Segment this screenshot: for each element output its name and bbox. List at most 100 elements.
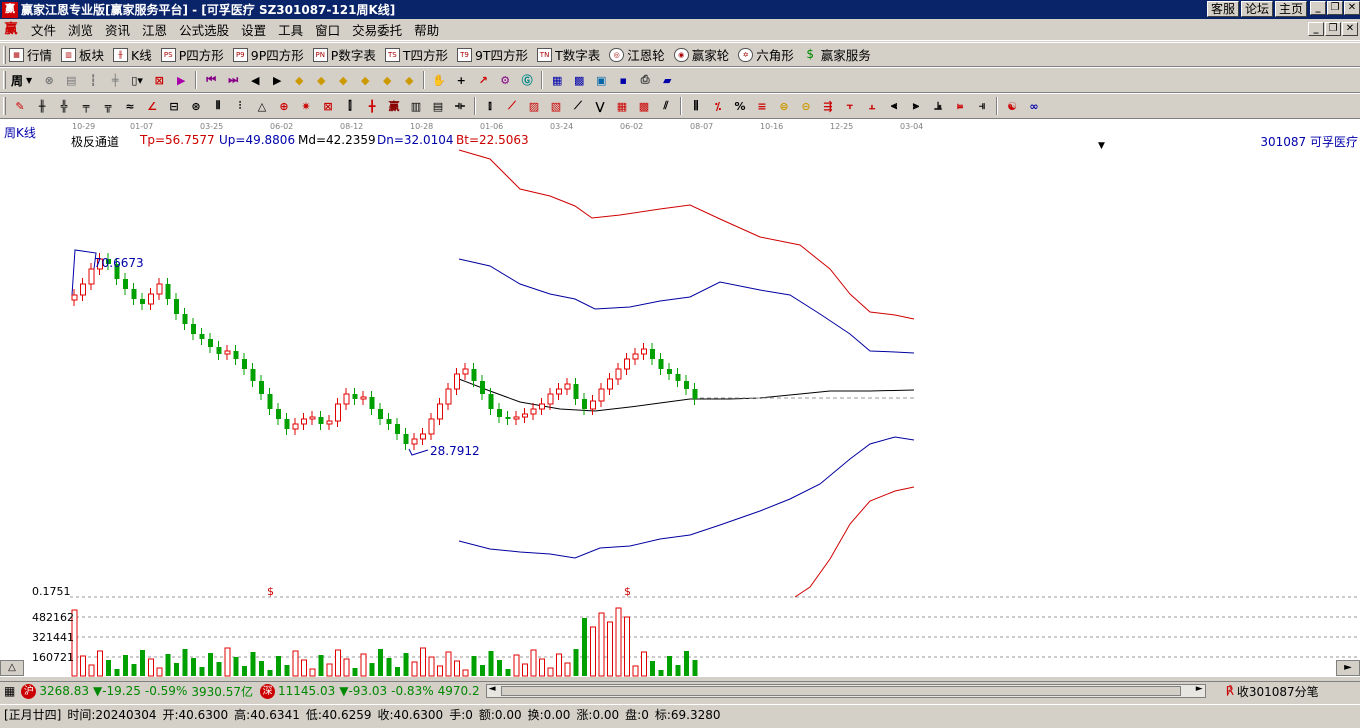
menu-settings[interactable]: 设置 [235,20,272,39]
menu-tools[interactable]: 工具 [272,20,309,39]
menu-gann[interactable]: 江恩 [136,20,173,39]
trend-icon[interactable]: ↗ [474,71,492,89]
fan-lines-2-icon[interactable]: ⫸ [907,97,925,115]
menu-window[interactable]: 窗口 [309,20,346,39]
target-icon[interactable]: ⊕ [275,97,293,115]
fan-lines-icon[interactable]: ⫷ [885,97,903,115]
quotes-button[interactable]: ▦ 行情 [9,45,52,64]
menu-trade[interactable]: 交易委托 [346,20,408,39]
flag-icon[interactable]: ▶ [172,71,190,89]
sector-button[interactable]: ▥ 板块 [61,45,104,64]
winner-wheel-button[interactable]: ◉ 赢家轮 [673,45,729,64]
speed-line-icon[interactable]: ⟋ [569,97,587,115]
circle-grid-icon[interactable]: ⊛ [187,97,205,115]
next-icon[interactable]: ▶ [268,71,286,89]
t-number-table-button[interactable]: TN T数字表 [537,45,600,64]
percent-icon[interactable]: % [731,97,749,115]
prev-icon[interactable]: ◀ [246,71,264,89]
ticks-label[interactable]: 收301087分笔 [1237,683,1319,700]
menu-info[interactable]: 资讯 [99,20,136,39]
grid-lines-icon[interactable]: ╫ [33,97,51,115]
ruler-icon[interactable]: ⫼ [687,97,705,115]
diamond-down-icon[interactable]: ◆ [312,71,330,89]
level-icon[interactable]: ⫾ [481,97,499,115]
support-icon[interactable]: ⫟ [841,97,859,115]
parallel-icon[interactable]: ⫽ [657,97,675,115]
gann-line-2-icon[interactable]: ╤ [77,97,95,115]
menu-formula[interactable]: 公式选股 [173,20,235,39]
scrollbar-thumb[interactable] [500,686,1181,696]
zoom-icon[interactable]: ⊗ [40,71,58,89]
menu-file[interactable]: 文件 [25,20,62,39]
grid-icon[interactable]: ▦ [4,684,15,698]
box-grid-icon[interactable]: ▧ [547,97,565,115]
timeline-icon[interactable]: ⫿ [341,97,359,115]
winner-service-button[interactable]: $ 赢家服务 [803,45,870,64]
hexagon-button[interactable]: ✡ 六角形 [738,45,794,64]
expand-up-button[interactable]: △ [0,660,24,676]
gann-line-3-icon[interactable]: ╦ [99,97,117,115]
home-link[interactable]: 主页 [1274,1,1307,17]
scroll-left-icon[interactable]: ◄ [489,684,496,694]
crosshair-icon[interactable]: ⊠ [150,71,168,89]
infinity-icon[interactable]: ∞ [1025,97,1043,115]
arrow-lines-icon[interactable]: ⇶ [819,97,837,115]
diamond-in-icon[interactable]: ◆ [378,71,396,89]
resistance-icon[interactable]: ⫠ [863,97,881,115]
fib-icon[interactable]: ≡ [753,97,771,115]
brackets-icon[interactable]: ⟛ [451,97,469,115]
box-fan-icon[interactable]: ▨ [525,97,543,115]
p-square-button[interactable]: PS P四方形 [160,45,224,64]
plus-icon[interactable]: + [452,71,470,89]
close-button[interactable]: ✕ [1344,1,1360,15]
gann-line-1-icon[interactable]: ╬ [55,97,73,115]
table-icon[interactable]: ▣ [592,71,610,89]
p-number-table-button[interactable]: PN P数字表 [312,45,376,64]
grid-box-2-icon[interactable]: ▩ [635,97,653,115]
compass-icon[interactable]: △ [253,97,271,115]
dropdown-arrow-icon[interactable]: ▼ [1098,141,1105,151]
box-icon[interactable]: ▤ [429,97,447,115]
period-lines-icon[interactable]: ▥ [407,97,425,115]
bar-chart-icon[interactable]: ┇ [84,71,102,89]
pattern-icon[interactable]: ⚙ [496,71,514,89]
menu-help[interactable]: 帮助 [408,20,445,39]
stair-icon[interactable]: ⫡ [929,97,947,115]
diamond-up-icon[interactable]: ◆ [290,71,308,89]
9t-square-button[interactable]: T9 9T四方形 [456,45,528,64]
candle-icon[interactable]: ▯▾ [128,71,146,89]
star-icon[interactable]: ✷ [297,97,315,115]
truck-icon[interactable]: ▰ [658,71,676,89]
diamond-left-icon[interactable]: ◆ [334,71,352,89]
kline-style-icon[interactable]: ╪ [106,71,124,89]
child-minimize-button[interactable]: _ [1308,22,1324,36]
diamond-out-icon[interactable]: ◆ [400,71,418,89]
restore-button[interactable]: ❐ [1327,1,1343,15]
stair-2-icon[interactable]: ⫢ [951,97,969,115]
channel-icon[interactable]: ⊟ [165,97,183,115]
kline-button[interactable]: ╫ K线 [113,45,152,64]
gann-wheel-button[interactable]: ◎ 江恩轮 [609,45,665,64]
menu-browse[interactable]: 浏览 [62,20,99,39]
minimize-button[interactable]: _ [1310,1,1326,15]
stair-3-icon[interactable]: ⫣ [973,97,991,115]
t-square-button[interactable]: TS T四方形 [384,45,448,64]
circle-line-icon[interactable]: ⊜ [775,97,793,115]
child-restore-button[interactable]: ❐ [1325,22,1341,36]
gann-fan-icon[interactable]: Ⓖ [518,71,536,89]
horizontal-scrollbar[interactable]: ◄ ► [485,684,1206,698]
kline-chart[interactable]: 10-29 01-07 03-25 06-02 08-12 10-28 01-06 03-24… [0,119,1360,677]
bars-icon[interactable]: ⦀ [209,97,227,115]
scroll-right-icon[interactable]: ► [1196,684,1203,694]
last-icon[interactable]: ⏭ [224,71,242,89]
customer-service-link[interactable]: 客服 [1206,1,1239,17]
document-icon[interactable]: ▤ [62,71,80,89]
percent-line-icon[interactable]: ⁒ [709,97,727,115]
winner-mark-icon[interactable]: 赢 [385,97,403,115]
first-icon[interactable]: ⏮ [202,71,220,89]
pen-icon[interactable]: ✎ [11,97,29,115]
save-icon[interactable]: ▪ [614,71,632,89]
forum-link[interactable]: 论坛 [1240,1,1273,17]
9p-square-button[interactable]: P9 9P四方形 [232,45,304,64]
zigzag-icon[interactable]: ⋁ [591,97,609,115]
